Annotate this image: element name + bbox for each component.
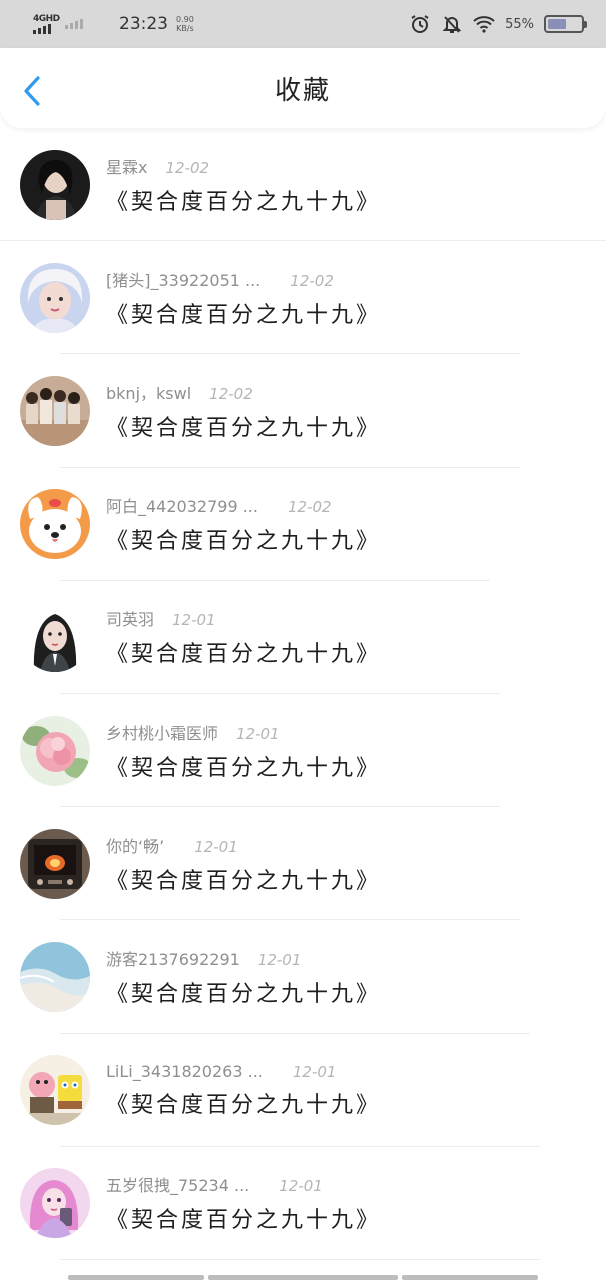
avatar: [20, 1055, 90, 1126]
post-title: 《契合度百分之九十九》: [106, 981, 382, 1007]
divider: [60, 1258, 540, 1260]
author-name: 阿白_442032799 ...: [106, 497, 258, 517]
author-name: 游客2137692291: [106, 949, 240, 969]
chevron-left-icon: [24, 76, 40, 106]
back-button[interactable]: [18, 74, 48, 108]
avatar: [20, 489, 90, 560]
bottom-bar-segment: [68, 1275, 204, 1280]
author-name: 你的‘畅’: [106, 836, 165, 856]
list-item[interactable]: 五岁很拽_75234 ... 12-01 《契合度百分之九十九》: [0, 1147, 606, 1260]
battery-icon: [544, 15, 587, 33]
battery-percent: 55%: [505, 16, 534, 32]
nav-header: 收藏: [0, 48, 606, 128]
post-title: 《契合度百分之九十九》: [106, 1208, 382, 1234]
list-item[interactable]: 游客2137692291 12-01 《契合度百分之九十九》: [0, 920, 606, 1034]
post-date: 12-02: [290, 271, 334, 290]
list-item[interactable]: 阿白_442032799 ... 12-02 《契合度百分之九十九》: [0, 468, 606, 581]
avatar: [20, 262, 90, 333]
page-title: 收藏: [274, 75, 331, 106]
post-title: 《契合度百分之九十九》: [106, 415, 382, 441]
post-date: 12-02: [165, 158, 210, 177]
post-date: 12-01: [194, 837, 238, 856]
post-date: 12-01: [292, 1062, 337, 1081]
list-item[interactable]: 你的‘畅’ 12-01 《契合度百分之九十九》: [0, 807, 606, 921]
avatar: [20, 828, 90, 899]
list-item[interactable]: bknj，kswl 12-02 《契合度百分之九十九》: [0, 354, 606, 468]
author-name: 五岁很拽_75234 ...: [106, 1176, 250, 1196]
list-item[interactable]: LiLi_3431820263 ... 12-01 《契合度百分之九十九》: [0, 1034, 606, 1147]
favorites-list: 星霖x 12-02 《契合度百分之九十九》 [猪头]_33922051 ... …: [0, 128, 606, 1260]
author-name: LiLi_3431820263 ...: [106, 1061, 263, 1081]
cellular-signal: 4GHD: [33, 14, 61, 34]
post-date: 12-02: [287, 498, 332, 517]
post-title: 《契合度百分之九十九》: [106, 529, 382, 555]
post-date: 12-01: [172, 611, 216, 630]
post-date: 12-01: [236, 724, 280, 743]
avatar: [20, 149, 90, 220]
network-type: 4GHD: [33, 14, 60, 24]
post-title: 《契合度百分之九十九》: [106, 642, 382, 668]
mute-bell-icon: [441, 13, 463, 35]
post-title: 《契合度百分之九十九》: [106, 868, 382, 894]
status-bar: 4GHD 23:23 0.90 KB/s 55%: [0, 0, 606, 48]
signal-bars-secondary-icon: [65, 19, 83, 29]
post-date: 12-01: [257, 950, 302, 969]
avatar: [20, 1168, 90, 1239]
wifi-icon: [473, 13, 495, 35]
bottom-bar-segment: [402, 1275, 538, 1280]
clock: 23:23: [119, 14, 168, 34]
bottom-bar-segment: [208, 1275, 398, 1280]
list-item[interactable]: 司英羽 12-01 《契合度百分之九十九》: [0, 581, 606, 694]
author-name: 星霖x: [106, 157, 148, 177]
post-title: 《契合度百分之九十九》: [106, 302, 382, 328]
signal-bars-icon: [33, 24, 51, 34]
battery-fill: [548, 19, 566, 29]
post-title: 《契合度百分之九十九》: [106, 1092, 382, 1118]
post-date: 12-01: [279, 1177, 323, 1196]
post-date: 12-02: [209, 384, 253, 403]
list-item[interactable]: [猪头]_33922051 ... 12-02 《契合度百分之九十九》: [0, 241, 606, 355]
avatar: [20, 602, 90, 673]
avatar: [20, 941, 90, 1012]
author-name: 司英羽: [106, 610, 155, 630]
avatar: [20, 715, 90, 786]
avatar: [20, 375, 90, 446]
list-item[interactable]: 乡村桃小霜医师 12-01 《契合度百分之九十九》: [0, 694, 606, 808]
network-speed: 0.90 KB/s: [176, 15, 194, 33]
author-name: bknj，kswl: [106, 383, 192, 403]
speed-unit: KB/s: [176, 24, 194, 33]
speed-value: 0.90: [176, 15, 194, 24]
alarm-icon: [409, 13, 431, 35]
author-name: [猪头]_33922051 ...: [106, 270, 261, 290]
author-name: 乡村桃小霜医师: [106, 723, 219, 743]
list-item[interactable]: 星霖x 12-02 《契合度百分之九十九》: [0, 128, 606, 242]
post-title: 《契合度百分之九十九》: [106, 755, 382, 781]
post-title: 《契合度百分之九十九》: [106, 189, 382, 215]
bottom-bar-edge: [0, 1275, 606, 1280]
